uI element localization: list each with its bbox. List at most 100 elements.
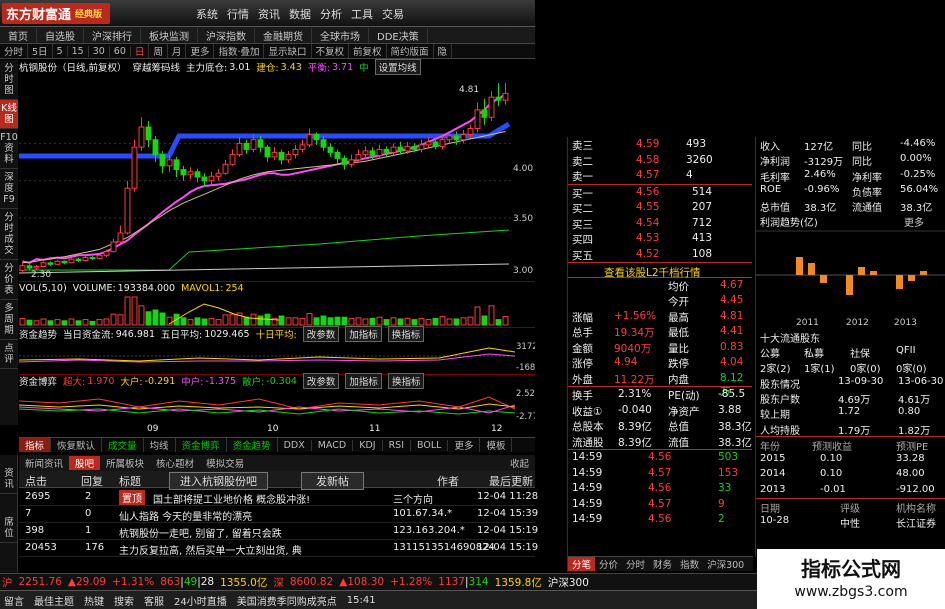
tf-preadj[interactable]: 前复权 xyxy=(349,44,387,58)
nav-futures[interactable]: 金融期货 xyxy=(255,27,312,43)
idx-tab-template[interactable]: 模板 xyxy=(480,438,513,452)
volume-bar xyxy=(418,317,425,326)
news-side-seats[interactable]: 席位 xyxy=(0,514,18,543)
quote-tab[interactable]: 沪深300 xyxy=(703,557,748,571)
tf-hide[interactable]: 隐 xyxy=(434,44,453,58)
forum-row[interactable]: 7 0 仙人指路 今天的量非常的漂亮 101.67.34.* 12-04 15:39 xyxy=(19,506,538,523)
news-tab-forum[interactable]: 股吧 xyxy=(69,456,101,470)
tf-minute[interactable]: 分时 xyxy=(0,44,29,58)
setup-ma-button[interactable]: 设置均线 xyxy=(374,59,421,75)
fund-today-value: 946.981 xyxy=(115,328,156,340)
nav-sector[interactable]: 板块监测 xyxy=(141,27,198,43)
news-tab-theme[interactable]: 核心题材 xyxy=(150,456,200,470)
task-news-ticker[interactable]: 美国消费季同购成亮点 xyxy=(237,593,337,608)
side-tab-f9[interactable]: 深度F9 xyxy=(0,169,18,209)
side-tab-kline[interactable]: K线图 xyxy=(0,100,18,129)
idx-tab-ma[interactable]: 均线 xyxy=(144,438,176,452)
kline-chart[interactable]: 4.81 2.30 4.00 3.50 3.00 xyxy=(19,74,535,280)
task-service[interactable]: 客服 xyxy=(144,593,164,608)
quote-tab[interactable]: 分时 xyxy=(622,557,649,571)
nav-watchlist[interactable]: 自选股 xyxy=(37,27,84,43)
quote-tab[interactable]: 指数 xyxy=(676,557,703,571)
tf-week[interactable]: 周 xyxy=(149,44,168,58)
idx-tab-boll[interactable]: BOLL xyxy=(411,439,449,451)
side-tab-multiperiod[interactable]: 多周期 xyxy=(0,300,18,340)
quote-tab[interactable]: 分价 xyxy=(595,557,622,571)
news-tab-sector[interactable]: 所属板块 xyxy=(100,456,150,470)
menu-analysis[interactable]: 分析 xyxy=(320,6,342,22)
tf-60[interactable]: 60 xyxy=(110,45,131,57)
menu-data[interactable]: 数据 xyxy=(289,6,311,22)
task-search[interactable]: 搜索 xyxy=(114,593,134,608)
holders-tab-qfii[interactable]: QFII xyxy=(896,345,916,356)
forum-title[interactable]: 国土部将提工业地价格 概念股冲涨! xyxy=(153,491,310,506)
idx-tab-volume[interactable]: 成交量 xyxy=(102,438,144,452)
quote-tab[interactable]: 财务 xyxy=(649,557,676,571)
news-collapse-button[interactable]: 收起 xyxy=(504,456,535,470)
tf-month[interactable]: 月 xyxy=(168,44,187,58)
volume-bar xyxy=(26,319,33,326)
idx-tab-reset[interactable]: 恢复默认 xyxy=(51,438,103,452)
tf-5day[interactable]: 5日 xyxy=(28,44,53,58)
profit-trend-chart: 2011 2012 2013 xyxy=(756,230,945,328)
news-side-info[interactable]: 资讯 xyxy=(0,465,18,494)
enter-forum-button[interactable]: 进入杭钢股份吧 xyxy=(169,472,268,490)
menu-trade[interactable]: 交易 xyxy=(382,6,404,22)
news-tab-simtrade[interactable]: 模拟交易 xyxy=(200,456,250,470)
side-tab-minute[interactable]: 分时图 xyxy=(0,60,18,100)
holders-tab-social[interactable]: 社保 xyxy=(850,345,870,360)
side-tab-f10[interactable]: F10资料 xyxy=(0,129,18,169)
idx-tab-fundtrend[interactable]: 资金趋势 xyxy=(227,438,278,452)
volume-bar xyxy=(68,318,75,326)
new-post-button[interactable]: 发新帖 xyxy=(301,472,364,490)
nav-ranking[interactable]: 沪深排行 xyxy=(84,27,141,43)
small-label: 散户: xyxy=(242,377,265,388)
side-tab-pricetable[interactable]: 分价表 xyxy=(0,260,18,300)
profit-trend-more[interactable]: 更多 xyxy=(904,214,924,229)
side-tab-comment[interactable]: 点评 xyxy=(0,340,18,369)
tf-simple[interactable]: 简约版面 xyxy=(387,44,434,58)
candle-body xyxy=(68,258,75,264)
tf-gap[interactable]: 显示缺口 xyxy=(264,44,312,58)
nav-home[interactable]: 首页 xyxy=(0,27,37,43)
forum-row[interactable]: 20453 176 主力反复拉高, 然后买单一大立刻出货, 典 13115135146… xyxy=(19,540,538,557)
idx-tab-ddx[interactable]: DDX xyxy=(278,439,312,451)
nav-dde[interactable]: DDE决策 xyxy=(369,27,428,43)
idx-tab-rsi[interactable]: RSI xyxy=(383,439,412,451)
idx-tab-indicator[interactable]: 指标 xyxy=(19,438,52,452)
task-hotkey[interactable]: 热键 xyxy=(84,593,104,608)
quote-tab[interactable]: 分笔 xyxy=(568,557,596,571)
menu-quote[interactable]: 行情 xyxy=(227,6,249,22)
tf-overlay[interactable]: 指数·叠加 xyxy=(214,44,265,58)
forum-title[interactable]: 主力反复拉高, 然后买单一大立刻出货, 典 xyxy=(119,542,302,557)
tf-15[interactable]: 15 xyxy=(68,45,89,57)
idx-tab-macd[interactable]: MACD xyxy=(312,439,354,451)
task-live[interactable]: 24小时直播 xyxy=(174,593,227,608)
tf-30[interactable]: 30 xyxy=(89,45,110,57)
ma-line-1 xyxy=(22,131,506,264)
task-message[interactable]: 留言 xyxy=(4,593,24,608)
idx-tab-kdj[interactable]: KDJ xyxy=(353,439,383,451)
side-tab-trades[interactable]: 分时成交 xyxy=(0,209,18,260)
news-tab-info[interactable]: 新闻资讯 xyxy=(19,456,69,470)
forum-title[interactable]: 仙人指路 今天的量非常的漂亮 xyxy=(119,508,252,523)
holders-tab-public[interactable]: 公募 xyxy=(760,345,780,360)
menu-system[interactable]: 系统 xyxy=(196,6,218,22)
task-theme[interactable]: 最佳主题 xyxy=(34,593,74,608)
holders-tab-private[interactable]: 私募 xyxy=(804,345,824,360)
tf-day[interactable]: 日 xyxy=(131,44,150,58)
idx-tab-more[interactable]: 更多 xyxy=(448,438,481,452)
forum-row[interactable]: 398 1 杭钢股份一走吧, 别留了, 留着只会跌 123.163.204.* 12-0… xyxy=(19,523,538,540)
candle-body xyxy=(348,159,355,165)
forum-row[interactable]: 2695 2 置顶 国土部将提工业地价格 概念股冲涨! 三个方向 12-04 11:28 xyxy=(19,489,538,506)
rating-cell: 10-28 xyxy=(760,515,790,527)
menu-info[interactable]: 资讯 xyxy=(258,6,280,22)
tf-noadj[interactable]: 不复权 xyxy=(312,44,350,58)
tf-5[interactable]: 5 xyxy=(53,45,68,57)
tf-more[interactable]: 更多 xyxy=(186,44,215,58)
forum-title[interactable]: 杭钢股份一走吧, 别留了, 留着只会跌 xyxy=(119,525,282,540)
nav-global[interactable]: 全球市场 xyxy=(312,27,369,43)
nav-index[interactable]: 沪深指数 xyxy=(198,27,255,43)
idx-tab-fundgame[interactable]: 资金博弈 xyxy=(176,438,227,452)
menu-tools[interactable]: 工具 xyxy=(351,6,373,22)
